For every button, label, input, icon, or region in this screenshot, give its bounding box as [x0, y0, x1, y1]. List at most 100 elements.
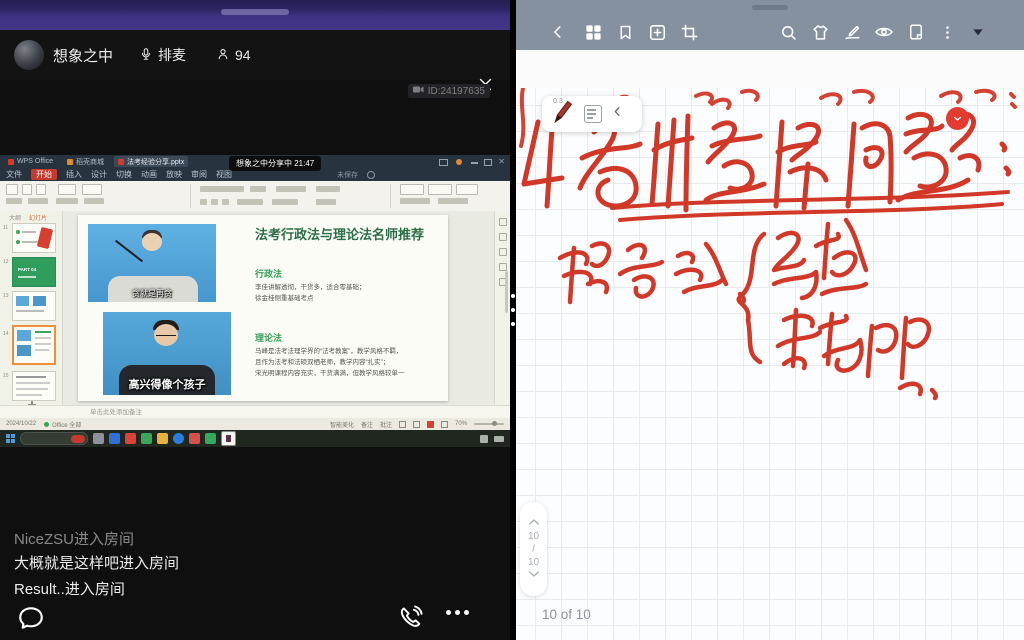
beautify-button[interactable]: 智能美化 [330, 420, 354, 429]
format-painter-icon[interactable] [36, 184, 46, 195]
taskbar-active-app-icon[interactable] [221, 431, 236, 446]
call-icon[interactable] [396, 603, 425, 637]
menu-design[interactable]: 设计 [91, 169, 107, 180]
tray-icon[interactable] [494, 436, 504, 442]
menu-review[interactable]: 审阅 [191, 169, 207, 180]
page-up-icon[interactable] [528, 518, 540, 529]
member-count[interactable]: 94 [216, 47, 251, 64]
copy-icon[interactable] [22, 184, 32, 195]
paste-icon[interactable] [6, 184, 18, 195]
view-play-icon[interactable] [427, 421, 434, 428]
tray-icon[interactable] [480, 435, 488, 443]
find-button[interactable] [400, 184, 424, 195]
outline-tab[interactable]: 大纲 [9, 213, 21, 222]
taskbar-search-box[interactable] [20, 432, 88, 445]
pen-edit-icon[interactable] [840, 20, 864, 44]
taskbar-folder-icon[interactable] [157, 433, 168, 444]
window-drag-handle[interactable] [221, 9, 289, 15]
menu-animation[interactable]: 动画 [141, 169, 157, 180]
slides-tab[interactable]: 幻灯片 [29, 213, 47, 222]
zoom-slider[interactable] [474, 423, 504, 425]
wps-search-icon[interactable] [367, 171, 375, 179]
taskbar-app-icon[interactable] [205, 433, 216, 444]
search-icon[interactable] [776, 20, 800, 44]
align-icons[interactable] [237, 199, 263, 205]
menu-file[interactable]: 文件 [6, 169, 22, 180]
side-tool-glyph[interactable] [499, 218, 507, 226]
taskbar-edge-icon[interactable] [173, 433, 184, 444]
paragraph-icons[interactable] [276, 186, 306, 192]
speaker-notes-bar[interactable]: 单击此处添加备注 [0, 405, 510, 418]
slide-thumbnail-11[interactable] [12, 223, 56, 253]
chat-bubble-icon[interactable] [16, 603, 46, 638]
taskbar-app-icon[interactable] [125, 433, 136, 444]
underline-icon[interactable] [222, 199, 229, 205]
page-turn-icon[interactable] [904, 20, 928, 44]
menu-transition[interactable]: 切换 [116, 169, 132, 180]
view-normal-icon[interactable] [399, 421, 406, 428]
slide-canvas[interactable]: 贪就是再贪 高兴得像个孩子 法考行政法与理论法名师推荐 行政法 李佳讲解透彻，干… [78, 215, 448, 401]
pen-settings-popup[interactable]: 0.3 [542, 96, 642, 132]
office-assistant[interactable]: Office 全部 [44, 420, 81, 429]
slide-thumbnail-15[interactable] [12, 371, 56, 401]
italic-icon[interactable] [211, 199, 218, 205]
add-page-icon[interactable] [645, 20, 669, 44]
member-upgrade-icon[interactable] [456, 159, 462, 165]
wps-tab-docer[interactable]: 稻壳商城 [63, 156, 108, 167]
indent-icons[interactable] [316, 199, 336, 205]
wps-tab-home[interactable]: WPS Office [4, 156, 57, 167]
window-close-icon[interactable]: ✕ [498, 158, 505, 166]
menu-start[interactable]: 开始 [31, 169, 57, 180]
window-minimize-icon[interactable] [471, 162, 478, 164]
start-button[interactable] [6, 434, 15, 443]
window-restore-icon[interactable] [439, 159, 448, 166]
mic-queue-button[interactable]: 排麦 [139, 45, 186, 65]
taskbar-app-icon[interactable] [189, 433, 200, 444]
more-options-icon[interactable] [446, 610, 469, 615]
side-tool-glyph[interactable] [499, 233, 507, 241]
red-color-swatch-icon[interactable] [946, 107, 969, 130]
collapse-icon[interactable] [966, 20, 990, 44]
window-drag-handle[interactable] [752, 5, 788, 10]
taskbar-app-icon[interactable] [93, 433, 104, 444]
font-size-box[interactable] [250, 186, 266, 192]
replace-button[interactable] [428, 184, 452, 195]
bookmark-icon[interactable] [613, 20, 637, 44]
more-icon[interactable] [935, 20, 959, 44]
back-icon[interactable] [546, 20, 570, 44]
comments-toggle[interactable]: 批注 [380, 420, 392, 429]
note-page-canvas[interactable]: 4. 名师选择问题： 理论法：马峰、宋光明 0.3 10 / 10 10 of … [516, 88, 1024, 640]
window-maximize-icon[interactable] [484, 159, 492, 166]
slide-thumbnail-14-selected[interactable] [12, 325, 56, 365]
slide-thumbnail-13[interactable] [12, 291, 56, 321]
layout-icon[interactable] [82, 184, 102, 195]
list-icons[interactable] [272, 199, 298, 205]
pages-grid-icon[interactable] [581, 20, 605, 44]
select-button[interactable] [456, 184, 478, 195]
slide-thumbnail-12[interactable]: PART 04 [12, 257, 56, 287]
new-slide-icon[interactable] [58, 184, 76, 195]
view-sorter-icon[interactable] [413, 421, 420, 428]
room-avatar[interactable] [14, 40, 44, 70]
comment-button[interactable] [400, 198, 430, 204]
shirt-sticker-icon[interactable] [808, 20, 832, 44]
font-name-box[interactable] [200, 186, 244, 192]
notes-button[interactable] [438, 198, 468, 204]
menu-insert[interactable]: 插入 [66, 169, 82, 180]
bold-icon[interactable] [200, 199, 207, 205]
read-only-eye-icon[interactable] [872, 20, 896, 44]
view-read-icon[interactable] [441, 421, 448, 428]
page-down-icon[interactable] [528, 570, 540, 581]
taskbar-app-icon[interactable] [109, 433, 120, 444]
popup-collapse-icon[interactable] [611, 105, 624, 123]
scrollbar-thumb[interactable] [505, 271, 508, 313]
pen-style-grid-icon[interactable] [584, 105, 602, 123]
screenshot-crop-icon[interactable] [677, 20, 701, 44]
side-tool-glyph[interactable] [499, 248, 507, 256]
spacing-icons[interactable] [316, 186, 340, 192]
notes-toggle[interactable]: 备注 [361, 420, 373, 429]
taskbar-app-icon[interactable] [141, 433, 152, 444]
wps-tab-document[interactable]: 法考经验分享.pptx [114, 156, 188, 167]
menu-slideshow[interactable]: 放映 [166, 169, 182, 180]
side-tool-glyph[interactable] [499, 263, 507, 271]
